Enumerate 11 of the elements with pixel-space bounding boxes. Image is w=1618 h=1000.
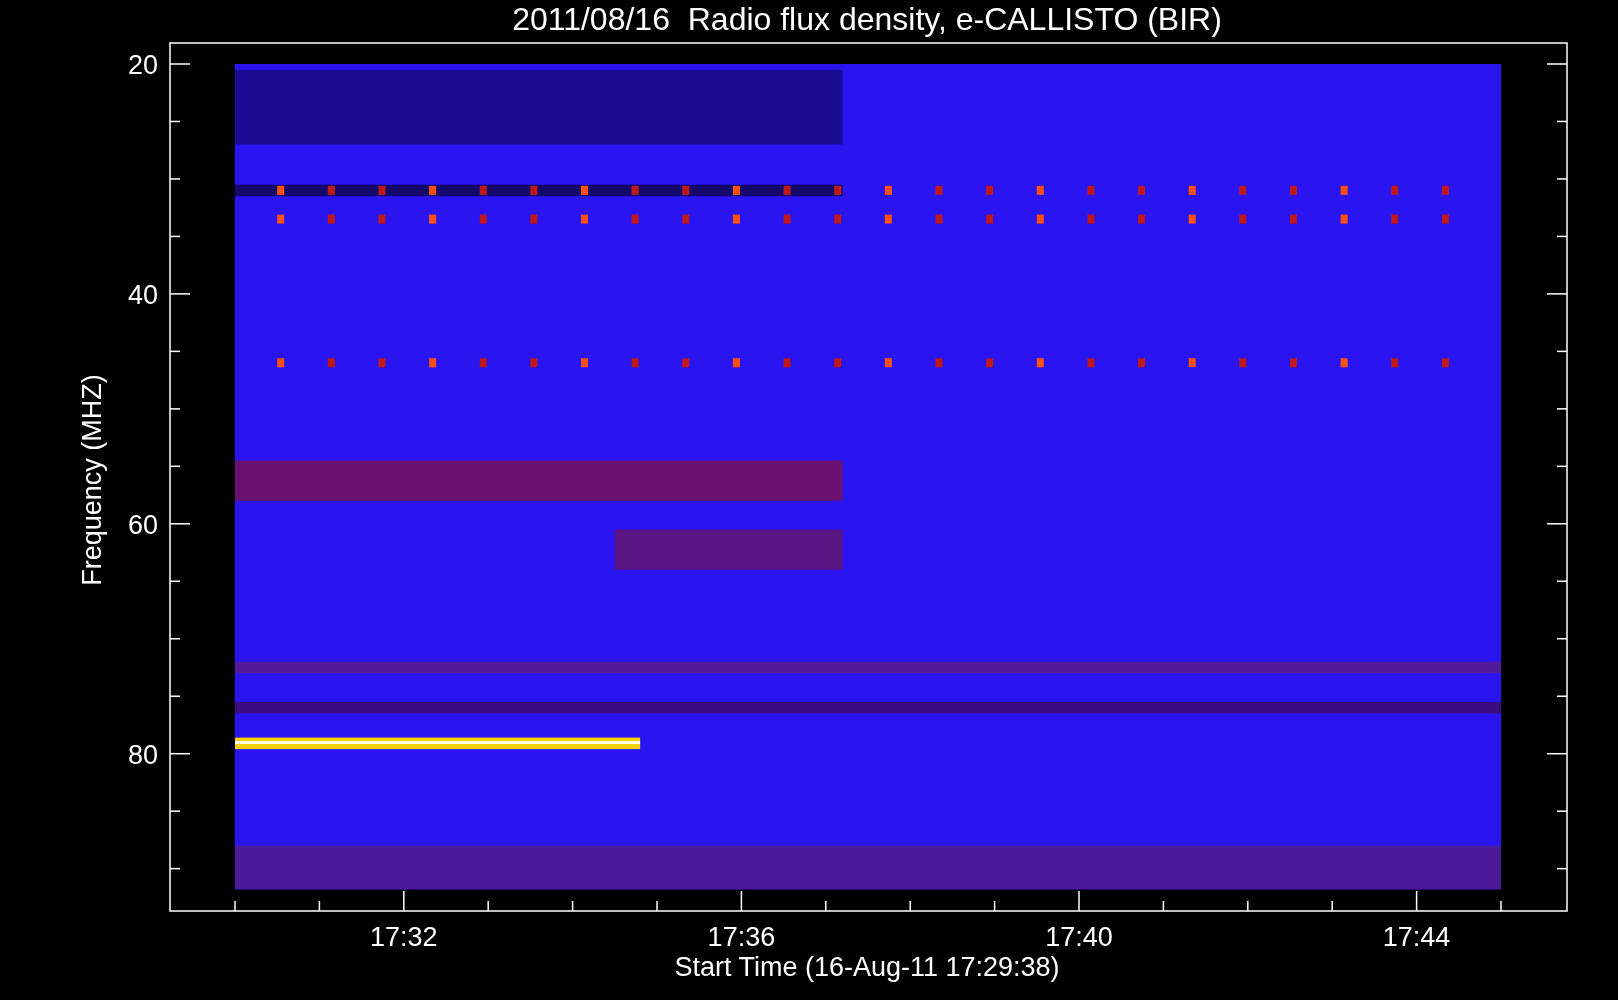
y-axis-label: Frequency (MHZ) (77, 374, 107, 586)
x-axis-label: Start Time (16-Aug-11 17:29:38) (674, 952, 1060, 982)
y-tick-label: 40 (127, 279, 158, 310)
x-tick-label: 17:32 (370, 922, 438, 952)
y-tick-label: 80 (127, 739, 158, 770)
x-tick-label: 17:36 (707, 922, 776, 952)
x-tick-label: 17:40 (1045, 922, 1113, 952)
y-tick-label: 60 (127, 509, 158, 540)
y-tick-label: 20 (127, 50, 158, 80)
chart-title: 2011/08/16 Radio flux density, e-CALLISTO (BIR) (512, 1, 1222, 37)
x-tick-label: 17:44 (1382, 922, 1451, 952)
